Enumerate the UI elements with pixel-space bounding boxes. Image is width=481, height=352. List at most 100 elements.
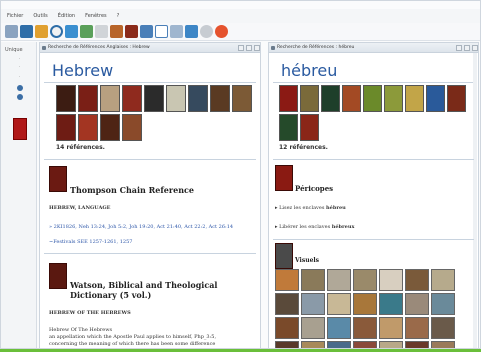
menu-tools[interactable]: Outils [33, 13, 47, 19]
cover-grid [56, 85, 252, 141]
chat-icon[interactable] [65, 25, 78, 38]
visual-thumbnail[interactable] [275, 293, 299, 315]
pericope-keyword: hébreu [326, 205, 346, 211]
minimize-icon[interactable] [456, 45, 462, 51]
visual-thumbnail[interactable] [405, 341, 429, 348]
book-cover[interactable] [363, 85, 382, 112]
visual-thumbnail[interactable] [405, 317, 429, 339]
visual-thumbnail[interactable] [327, 269, 351, 291]
visual-thumbnail[interactable] [327, 293, 351, 315]
visual-thumbnail[interactable] [301, 269, 325, 291]
visual-thumbnail[interactable] [405, 269, 429, 291]
pin-icon[interactable] [42, 46, 46, 50]
book-cover[interactable] [166, 85, 186, 112]
visual-thumbnail[interactable] [379, 317, 403, 339]
visual-thumbnail[interactable] [327, 317, 351, 339]
close-icon[interactable] [215, 25, 228, 38]
pericope-item[interactable]: ▸ Libérer les enclaves hébreux [275, 224, 354, 230]
book-cover[interactable] [342, 85, 361, 112]
book-icon[interactable] [49, 263, 67, 289]
visual-thumbnail[interactable] [405, 293, 429, 315]
book-cover[interactable] [279, 114, 298, 141]
person-icon[interactable] [110, 25, 123, 38]
visual-thumbnail[interactable] [379, 293, 403, 315]
visual-thumbnail[interactable] [301, 293, 325, 315]
visual-thumbnail[interactable] [379, 269, 403, 291]
visual-thumbnail[interactable] [275, 317, 299, 339]
book-cover[interactable] [300, 114, 319, 141]
book-cover[interactable] [321, 85, 340, 112]
reference-links[interactable]: » 2KI1826, Neh 13:24, Joh 5:2, Joh 19:20… [49, 224, 249, 230]
visual-thumbnail[interactable] [431, 317, 455, 339]
menu-file[interactable]: Fichier [7, 13, 23, 19]
copy-icon[interactable] [170, 25, 183, 38]
book-icon[interactable] [13, 118, 27, 140]
visual-thumbnail[interactable] [353, 317, 377, 339]
book-icon[interactable] [275, 165, 293, 191]
book-cover[interactable] [279, 85, 298, 112]
maximize-icon[interactable] [246, 45, 252, 51]
image-icon[interactable] [275, 243, 293, 269]
close-icon[interactable] [254, 45, 260, 51]
book-cover[interactable] [300, 85, 319, 112]
visual-thumbnail[interactable] [431, 269, 455, 291]
visual-thumbnail[interactable] [379, 341, 403, 348]
visual-thumbnail[interactable] [275, 341, 299, 348]
book-cover[interactable] [100, 114, 120, 141]
rail-label[interactable]: Unique [5, 47, 23, 53]
pane-header-title: Recherche de Références Anglaises : Hebr… [48, 45, 150, 50]
book-cover[interactable] [384, 85, 403, 112]
book-cover[interactable] [405, 85, 424, 112]
book-cover[interactable] [78, 85, 98, 112]
chart-icon[interactable] [80, 25, 93, 38]
lock-icon[interactable] [35, 25, 48, 38]
close-icon[interactable] [472, 45, 478, 51]
visual-thumbnail[interactable] [301, 317, 325, 339]
save-icon[interactable] [20, 25, 33, 38]
book-cover[interactable] [188, 85, 208, 112]
minimize-icon[interactable] [238, 45, 244, 51]
book-cover[interactable] [78, 114, 98, 141]
book-cover[interactable] [56, 85, 76, 112]
menu-windows[interactable]: Fenêtres [85, 13, 107, 19]
section-title[interactable]: Thompson Chain Reference [70, 185, 194, 195]
book-cover[interactable] [447, 85, 466, 112]
divider [273, 159, 474, 160]
book-cover[interactable] [232, 85, 252, 112]
pin-icon[interactable] [271, 46, 275, 50]
monitor-icon[interactable] [185, 25, 198, 38]
reference-link[interactable]: ~Festivals SEE 1257-1261, 1257 [49, 239, 132, 245]
scrollbar[interactable] [473, 53, 477, 348]
menu-edit[interactable]: Édition [58, 13, 75, 19]
visual-thumbnail[interactable] [353, 293, 377, 315]
book-cover[interactable] [100, 85, 120, 112]
book-cover[interactable] [122, 114, 142, 141]
book-icon[interactable] [49, 166, 67, 192]
book-icon[interactable] [5, 25, 18, 38]
visual-thumbnail[interactable] [431, 341, 455, 348]
layout-icon[interactable] [155, 25, 168, 38]
menu-help[interactable]: ? [117, 13, 120, 19]
book-cover[interactable] [56, 114, 76, 141]
book-cover[interactable] [144, 85, 164, 112]
section-title[interactable]: Watson, Biblical and Theological Diction… [70, 280, 256, 300]
book-icon[interactable] [125, 25, 138, 38]
visual-thumbnail[interactable] [275, 269, 299, 291]
maximize-icon[interactable] [464, 45, 470, 51]
pericope-item[interactable]: ▸ Lisez les enclaves hébreu [275, 205, 346, 211]
visual-thumbnail[interactable] [353, 341, 377, 348]
search-icon[interactable] [50, 25, 63, 38]
visual-thumbnail[interactable] [327, 341, 351, 348]
gear-icon[interactable] [200, 25, 213, 38]
grid-icon[interactable] [140, 25, 153, 38]
visual-thumbnail[interactable] [353, 269, 377, 291]
page-title: Hebrew [44, 53, 256, 83]
book-cover[interactable] [426, 85, 445, 112]
book-cover[interactable] [122, 85, 142, 112]
visual-thumbnail[interactable] [301, 341, 325, 348]
visual-thumbnail[interactable] [431, 293, 455, 315]
rail-nav-icon[interactable] [17, 94, 23, 100]
page-icon[interactable] [95, 25, 108, 38]
book-cover[interactable] [210, 85, 230, 112]
rail-nav-icon[interactable] [17, 85, 23, 91]
